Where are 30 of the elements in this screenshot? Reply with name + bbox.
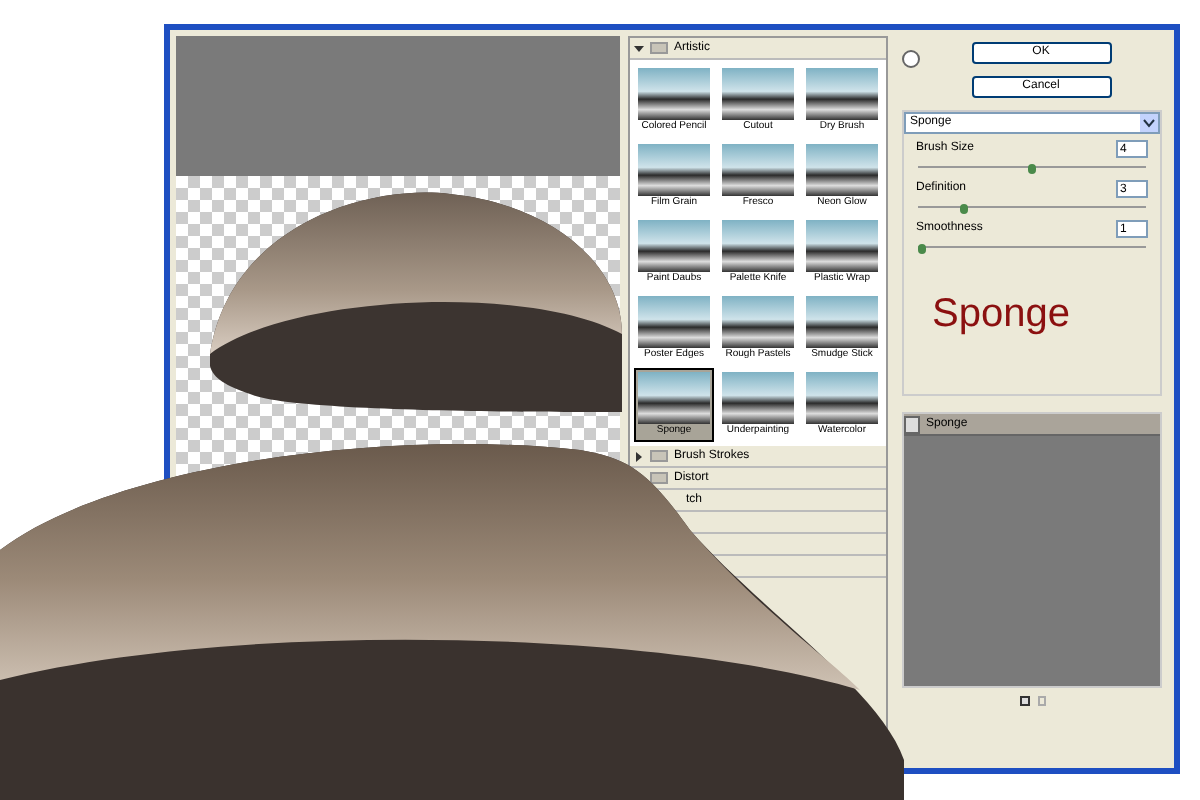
- preview-image: [722, 296, 794, 348]
- preview-image: [806, 68, 878, 120]
- preview-image: [722, 68, 794, 120]
- expander-icon[interactable]: [634, 451, 644, 461]
- trash-icon[interactable]: [1037, 696, 1045, 706]
- slider-thumb[interactable]: [1028, 164, 1036, 174]
- preview-image: [806, 296, 878, 348]
- preview-image: [638, 220, 710, 272]
- preview-image: [806, 372, 878, 424]
- preview-image: [722, 144, 794, 196]
- eye-icon[interactable]: [904, 415, 920, 433]
- new-layer-icon[interactable]: [1019, 696, 1029, 706]
- preview-image: [638, 68, 710, 120]
- caret-icon: [1140, 114, 1158, 132]
- slider-track[interactable]: [918, 204, 1146, 214]
- filter-title: Sponge: [932, 290, 1072, 340]
- slider-track[interactable]: [918, 164, 1146, 174]
- preview-image: [638, 296, 710, 348]
- folder-icon: [650, 42, 668, 54]
- preview-image: [806, 144, 878, 196]
- expander-icon[interactable]: [634, 43, 644, 53]
- preview-image: [722, 372, 794, 424]
- slider-track[interactable]: [918, 244, 1146, 254]
- preview-image: [638, 144, 710, 196]
- collapse-icon[interactable]: [902, 50, 920, 68]
- preview-image: [722, 220, 794, 272]
- slider-thumb[interactable]: [918, 244, 926, 254]
- preview-image: [638, 372, 710, 424]
- preview-image: [806, 220, 878, 272]
- slider-thumb[interactable]: [959, 204, 968, 214]
